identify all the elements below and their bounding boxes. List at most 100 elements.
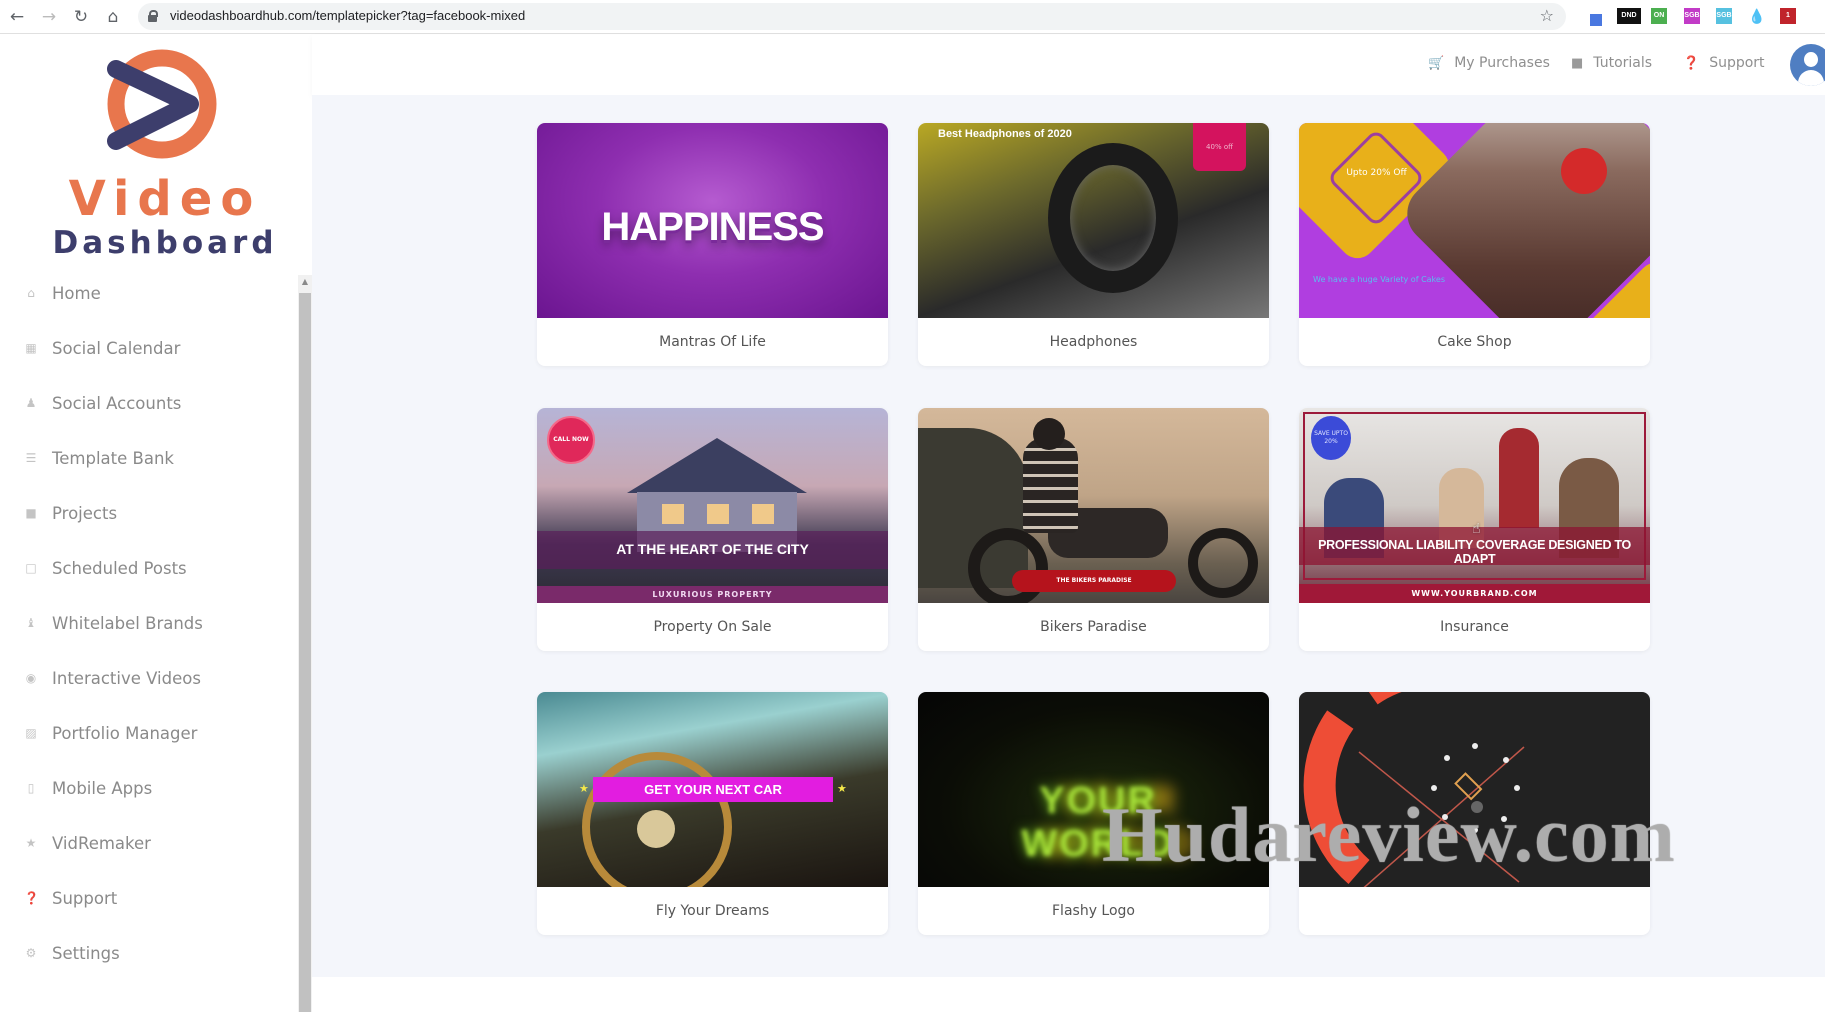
star-icon: ★	[25, 836, 37, 850]
template-thumbnail[interactable]: THE BIKERS PARADISE	[918, 408, 1269, 603]
sidebar-item-social-calendar[interactable]: ▦ Social Calendar	[0, 328, 298, 368]
video-camera-icon: ■	[25, 506, 37, 520]
users-icon: ♝	[25, 616, 37, 630]
address-bar[interactable]: videodashboardhub.com/templatepicker?tag…	[138, 3, 1566, 30]
logo-play-icon	[107, 49, 217, 159]
sidebar-item-label: Template Bank	[52, 448, 174, 468]
sidebar-item-label: Social Accounts	[52, 393, 182, 413]
sidebar-item-home[interactable]: ⌂ Home	[0, 273, 298, 313]
template-card[interactable]: HAPPINESS Mantras Of Life	[537, 123, 888, 366]
sgb-pink-extension-icon[interactable]: SGB	[1684, 8, 1700, 24]
template-thumbnail[interactable]	[1299, 692, 1650, 887]
top-navbar: 🛒 My Purchases ■ Tutorials ❓ Support	[312, 35, 1825, 95]
template-card[interactable]	[1299, 692, 1650, 935]
thumbnail-text: We have a huge Variety of Cakes	[1313, 275, 1445, 284]
sidebar-item-label: VidRemaker	[52, 833, 151, 853]
thumbnail-text: YOUR WORLD	[1021, 780, 1175, 865]
template-thumbnail[interactable]: Upto 20% Off We have a huge Variety of C…	[1299, 123, 1650, 318]
my-purchases-label: My Purchases	[1454, 55, 1550, 71]
save-badge: SAVE UPTO 20%	[1311, 416, 1351, 460]
calendar-blank-icon: □	[25, 561, 37, 575]
sidebar-item-vidremaker[interactable]: ★ VidRemaker	[0, 823, 298, 863]
sidebar-item-label: Scheduled Posts	[52, 558, 187, 578]
template-thumbnail[interactable]: YOUR WORLD	[918, 692, 1269, 887]
sidebar-item-label: Whitelabel Brands	[52, 613, 203, 633]
thumbnail-text: Upto 20% Off	[1346, 168, 1407, 178]
template-title: Mantras Of Life	[659, 334, 766, 350]
lastpass-extension-icon[interactable]: 1	[1780, 8, 1796, 24]
sidebar-item-support[interactable]: ❓ Support	[0, 878, 298, 918]
thumbnail-text: AT THE HEART OF THE CITY	[616, 541, 809, 557]
template-card[interactable]: THE BIKERS PARADISE Bikers Paradise	[918, 408, 1269, 651]
star-icon: ★	[579, 782, 589, 795]
reload-icon[interactable]: ↻	[70, 6, 92, 28]
thumbnail-text: PROFESSIONAL LIABILITY COVERAGE DESIGNED…	[1318, 538, 1631, 566]
sgb-blue-extension-icon[interactable]: SGB	[1716, 8, 1732, 24]
scroll-up-arrow-icon[interactable]: ▲	[298, 275, 312, 289]
template-title: Property On Sale	[653, 619, 772, 635]
template-thumbnail[interactable]: HAPPINESS	[537, 123, 888, 318]
template-card[interactable]: AT THE HEART OF THE CITY LUXURIOUS PROPE…	[537, 408, 888, 651]
template-thumbnail[interactable]: GET YOUR NEXT CAR ★ ★	[537, 692, 888, 887]
video-camera-icon: ■	[1571, 55, 1584, 71]
sidebar-scrollbar[interactable]: ▲	[298, 275, 312, 1012]
sidebar-item-label: Social Calendar	[52, 338, 181, 358]
discount-badge: 40% off	[1193, 123, 1246, 171]
mobile-icon: ▯	[27, 781, 35, 795]
template-title: Cake Shop	[1437, 334, 1512, 350]
back-arrow-icon[interactable]: ←	[6, 6, 28, 28]
logo-word-video: Video	[68, 171, 262, 227]
scrollbar-thumb[interactable]	[299, 293, 311, 1012]
template-card[interactable]: Upto 20% Off We have a huge Variety of C…	[1299, 123, 1650, 366]
star-icon: ★	[837, 782, 847, 795]
my-purchases-link[interactable]: 🛒 My Purchases	[1428, 55, 1550, 71]
forward-arrow-icon[interactable]: →	[38, 6, 60, 28]
image-icon: ▨	[25, 726, 37, 740]
template-title	[1299, 887, 1650, 935]
template-thumbnail[interactable]: Best Headphones of 2020 40% off	[918, 123, 1269, 318]
on-extension-icon[interactable]: ON	[1651, 8, 1667, 24]
user-avatar[interactable]	[1790, 44, 1825, 86]
home-icon[interactable]: ⌂	[102, 6, 124, 28]
calendar-icon: ▦	[25, 341, 37, 355]
sidebar-item-mobile-apps[interactable]: ▯ Mobile Apps	[0, 768, 298, 808]
abstract-logo-graphic	[1303, 692, 1525, 887]
home-icon: ⌂	[27, 286, 35, 300]
sidebar-item-whitelabel-brands[interactable]: ♝ Whitelabel Brands	[0, 603, 298, 643]
sidebar-item-social-accounts[interactable]: ♟ Social Accounts	[0, 383, 298, 423]
template-title: Headphones	[1049, 334, 1138, 350]
question-circle-icon: ❓	[1683, 55, 1700, 71]
logo[interactable]: Video Dashboard	[50, 49, 280, 269]
template-thumbnail[interactable]: AT THE HEART OF THE CITY LUXURIOUS PROPE…	[537, 408, 888, 603]
dnd-extension-icon[interactable]: DND	[1617, 8, 1641, 24]
url-text[interactable]: videodashboardhub.com/templatepicker?tag…	[170, 8, 525, 23]
sidebar-item-scheduled-posts[interactable]: □ Scheduled Posts	[0, 548, 298, 588]
user-icon: ♟	[25, 396, 37, 410]
sidebar-item-label: Home	[52, 283, 101, 303]
template-title: Insurance	[1440, 619, 1509, 635]
drop-extension-icon[interactable]: 💧	[1748, 8, 1765, 24]
template-grid: HAPPINESS Mantras Of Life Best Headphone…	[312, 95, 1825, 977]
bookmark-star-icon[interactable]: ☆	[1540, 6, 1554, 25]
tutorials-link[interactable]: ■ Tutorials	[1571, 55, 1652, 71]
list-icon: ☰	[25, 451, 37, 465]
template-title: Flashy Logo	[1052, 903, 1135, 919]
sidebar-item-template-bank[interactable]: ☰ Template Bank	[0, 438, 298, 478]
template-card[interactable]: GET YOUR NEXT CAR ★ ★ Fly Your Dreams	[537, 692, 888, 935]
sidebar-item-label: Mobile Apps	[52, 778, 153, 798]
sidebar-item-projects[interactable]: ■ Projects	[0, 493, 298, 533]
support-link[interactable]: ❓ Support	[1683, 55, 1765, 71]
call-now-badge: CALL NOW	[547, 416, 595, 464]
template-card[interactable]: YOUR WORLD Flashy Logo	[918, 692, 1269, 935]
lock-icon	[148, 10, 158, 22]
sidebar-item-interactive-videos[interactable]: ◉ Interactive Videos	[0, 658, 298, 698]
eyedropper-extension-icon[interactable]	[1590, 14, 1602, 26]
template-thumbnail[interactable]: PROFESSIONAL LIABILITY COVERAGE DESIGNED…	[1299, 408, 1650, 603]
sidebar-item-settings[interactable]: ⚙ Settings	[0, 933, 298, 973]
thumbnail-text: WWW.YOURBRAND.COM	[1299, 584, 1650, 603]
thumbnail-text: THE BIKERS PARADISE	[1012, 570, 1176, 592]
sidebar-item-portfolio-manager[interactable]: ▨ Portfolio Manager	[0, 713, 298, 753]
sidebar-item-label: Support	[52, 888, 118, 908]
thumbnail-text: Best Headphones of 2020	[938, 128, 1072, 140]
template-card[interactable]: Best Headphones of 2020 40% off Headphon…	[918, 123, 1269, 366]
